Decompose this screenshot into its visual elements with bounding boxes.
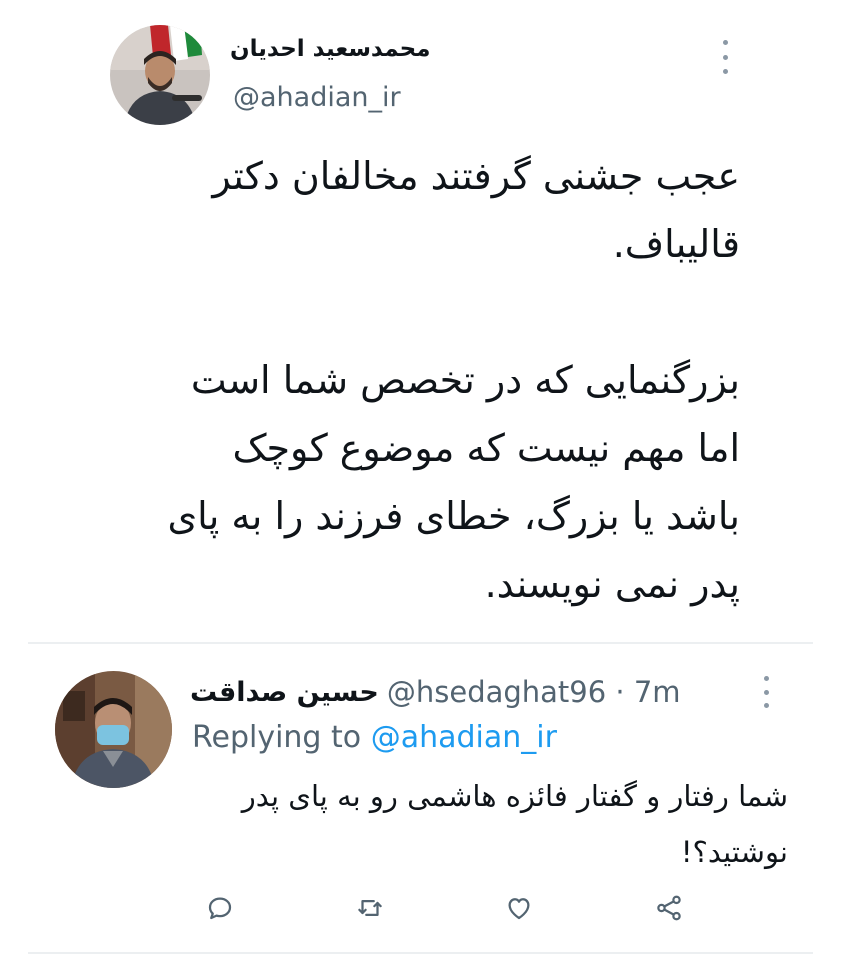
tweet-line: قالیباف. bbox=[612, 222, 740, 266]
tweet-line: باشد یا بزرگ، خطای فرزند را به پای bbox=[167, 494, 740, 538]
author-handle[interactable]: @ahadian_ir bbox=[233, 82, 401, 113]
reply-handle-time[interactable]: @hsedaghat96 · 7m bbox=[387, 675, 681, 709]
tweet-line: بزرگنمایی که در تخصص شما است bbox=[190, 358, 740, 402]
divider bbox=[28, 952, 813, 954]
reply-line: شما رفتار و گفتار فائزه هاشمی رو به پای … bbox=[241, 779, 788, 813]
author-avatar[interactable] bbox=[110, 25, 210, 125]
author-name[interactable]: محمدسعید احدیان bbox=[230, 36, 430, 62]
reply-text: شما رفتار و گفتار فائزه هاشمی رو به پای … bbox=[190, 768, 788, 880]
reply-line: نوشتید؟! bbox=[680, 835, 788, 869]
replying-to-link[interactable]: @ahadian_ir bbox=[371, 720, 557, 755]
like-icon[interactable] bbox=[497, 886, 541, 930]
replying-label: Replying to bbox=[192, 720, 362, 755]
reply-avatar[interactable] bbox=[55, 671, 172, 788]
tweet-line: اما مهم نیست که موضوع کوچک bbox=[232, 426, 740, 470]
tweet-paragraph: عجب جشنی گرفتند مخالفان دکتر قالیباف. bbox=[120, 142, 740, 278]
retweet-icon[interactable] bbox=[348, 886, 392, 930]
reply-header: حسین صداقت @hsedaghat96 · 7m bbox=[190, 670, 681, 714]
more-options-icon[interactable] bbox=[756, 676, 776, 708]
tweet-line: پدر نمی نویسند. bbox=[484, 562, 740, 606]
tweet-line: عجب جشنی گرفتند مخالفان دکتر bbox=[212, 154, 740, 198]
replying-to: Replying to @ahadian_ir bbox=[192, 720, 557, 755]
more-options-icon[interactable] bbox=[715, 40, 735, 74]
reply-icon[interactable] bbox=[198, 886, 242, 930]
share-icon[interactable] bbox=[647, 886, 691, 930]
tweet-text: عجب جشنی گرفتند مخالفان دکتر قالیباف. بز… bbox=[120, 142, 740, 618]
reply-author-name[interactable]: حسین صداقت bbox=[190, 677, 379, 708]
tweet-paragraph: بزرگنمایی که در تخصص شما است اما مهم نیس… bbox=[120, 346, 740, 618]
divider bbox=[28, 642, 813, 644]
